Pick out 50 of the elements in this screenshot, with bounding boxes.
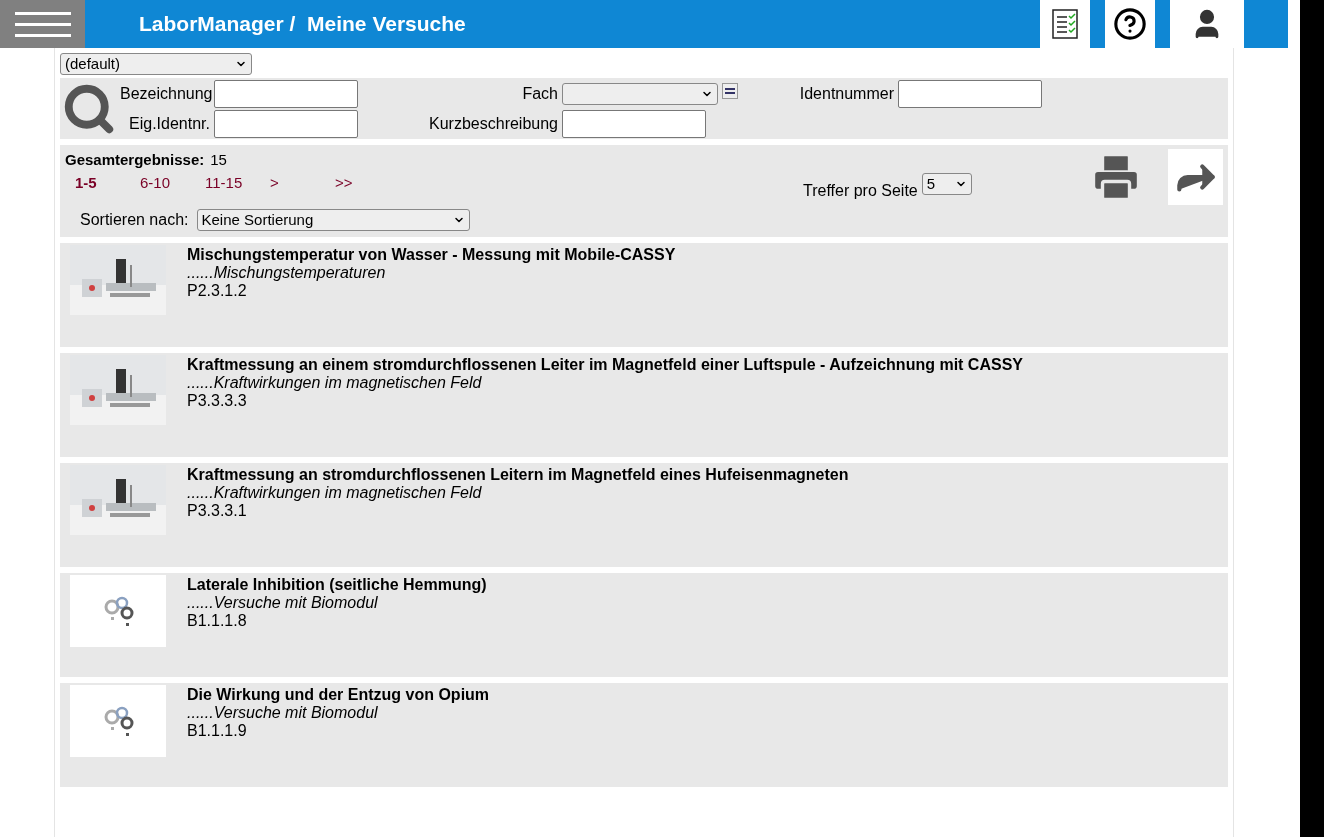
result-item[interactable]: Die Wirkung und der Entzug von Opium ......Versuche mit Biomodul B1.1.1.9	[60, 683, 1228, 787]
help-icon	[1113, 7, 1147, 41]
help-button[interactable]	[1105, 0, 1155, 48]
page-link[interactable]: >>	[335, 171, 400, 194]
item-title: Laterale Inhibition (seitliche Hemmung)	[187, 576, 487, 594]
checklist-button[interactable]	[1040, 0, 1090, 48]
menu-button[interactable]	[0, 0, 85, 48]
item-code: P2.3.1.2	[187, 282, 248, 300]
item-title: Kraftmessung an einem stromdurchflossenen Leiter im Magnetfeld einer Luftspule - Aufzeichnung mit CASSY	[187, 356, 1023, 374]
page-link[interactable]: >	[270, 171, 335, 194]
page-link[interactable]: 1-5	[75, 171, 140, 194]
result-item[interactable]: Mischungstemperatur von Wasser - Messung mit Mobile-CASSY ......Mischungstemperaturen P2.3.1.2	[60, 243, 1228, 347]
input-field[interactable]	[562, 109, 706, 138]
field-label: Identnummer	[798, 83, 894, 104]
field-label: Eig.Identnr.	[128, 113, 210, 134]
page-link[interactable]: 6-10	[140, 171, 205, 194]
sort-select[interactable]: Keine Sortierung	[196, 209, 470, 231]
item-code: B1.1.1.9	[187, 722, 248, 740]
per-page-select[interactable]: 5	[921, 173, 972, 195]
item-title: Kraftmessung an stromdurchflossenen Leitern im Magnetfeld eines Hufeisenmagneten	[187, 466, 849, 484]
list-icon[interactable]	[722, 82, 738, 99]
field-label: Fach	[521, 83, 558, 104]
item-code: P3.3.3.1	[187, 502, 248, 520]
item-code: P3.3.3.3	[187, 392, 248, 410]
per-page-label: Treffer pro Seite	[803, 181, 918, 201]
item-topic: ......Versuche mit Biomodul	[187, 594, 379, 612]
item-title: Mischungstemperatur von Wasser - Messung mit Mobile-CASSY	[187, 246, 676, 264]
input-field[interactable]	[898, 79, 1042, 108]
input-field[interactable]	[214, 109, 358, 138]
profile-select[interactable]: (default)	[60, 53, 252, 75]
checklist-icon	[1052, 9, 1078, 39]
user-button[interactable]	[1170, 0, 1244, 48]
item-topic: ......Kraftwirkungen im magnetischen Feld	[187, 484, 483, 502]
item-topic: ......Mischungstemperaturen	[187, 264, 387, 282]
result-item[interactable]: Kraftmessung an stromdurchflossenen Leitern im Magnetfeld eines Hufeisenmagneten ......Kraftwirkungen im magnetischen Feld P3.3.3.1	[60, 463, 1228, 567]
total-count: 15	[210, 150, 227, 170]
share-button[interactable]	[1168, 149, 1223, 205]
result-item[interactable]: Kraftmessung an einem stromdurchflossenen Leiter im Magnetfeld einer Luftspule - Aufzeichnung mit CASSY ......Kraftwirkungen im magnetischen Feld P3.3.3.3	[60, 353, 1228, 457]
field-label: Kurzbeschreibung	[428, 113, 558, 134]
input-field[interactable]	[214, 79, 358, 108]
field-label: Bezeichnung	[120, 83, 210, 104]
page-link[interactable]: 11-15	[205, 171, 270, 194]
sort-label: Sortieren nach:	[80, 210, 189, 230]
result-item[interactable]: Laterale Inhibition (seitliche Hemmung) ......Versuche mit Biomodul B1.1.1.8	[60, 573, 1228, 677]
item-title: Die Wirkung und der Entzug von Opium	[187, 686, 490, 704]
total-label: Gesamtergebnisse:	[65, 150, 205, 170]
page-title: LaborManager / Meine Versuche	[139, 11, 466, 38]
item-topic: ......Kraftwirkungen im magnetischen Feld	[187, 374, 483, 392]
item-code: B1.1.1.8	[187, 612, 248, 630]
item-topic: ......Versuche mit Biomodul	[187, 704, 379, 722]
